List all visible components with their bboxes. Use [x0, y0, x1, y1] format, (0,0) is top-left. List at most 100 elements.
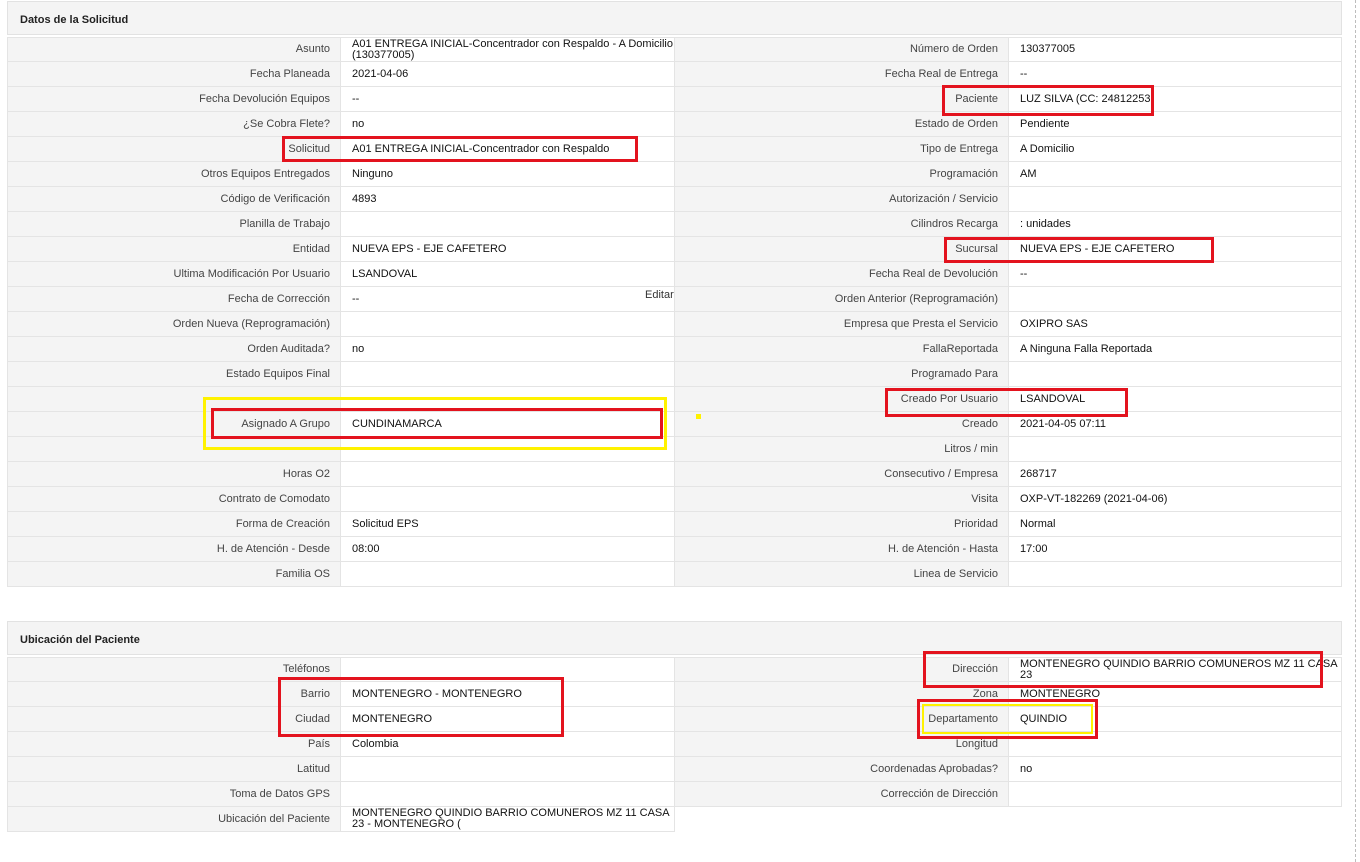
table-row: Otros Equipos Entregados Ninguno Programac…	[7, 162, 1342, 187]
field-label: Sucursal	[675, 237, 1009, 262]
field-label: Número de Orden	[675, 37, 1009, 62]
field-label	[7, 437, 341, 462]
field-value: CUNDINAMARCA	[341, 412, 675, 437]
field-label: Asignado A Grupo	[7, 412, 341, 437]
field-value: 130377005	[1009, 37, 1342, 62]
field-value: QUINDIO	[1009, 707, 1342, 732]
field-label: Fecha Real de Entrega	[675, 62, 1009, 87]
table-row: Ultima Modificación Por Usuario LSANDOVAL…	[7, 262, 1342, 287]
field-label: ¿Se Cobra Flete?	[7, 112, 341, 137]
field-value: 268717	[1009, 462, 1342, 487]
table-row: Toma de Datos GPS Corrección de Dirección	[7, 782, 1342, 807]
table-row: Teléfonos Dirección MONTENEGRO QUINDIO BAR…	[7, 657, 1342, 682]
field-label: Asunto	[7, 37, 341, 62]
section-title: Datos de la Solicitud	[20, 14, 129, 26]
field-label: Litros / min	[675, 437, 1009, 462]
field-value: A Domicilio	[1009, 137, 1342, 162]
field-value: LSANDOVAL	[341, 262, 675, 287]
field-value	[341, 212, 675, 237]
field-value: OXIPRO SAS	[1009, 312, 1342, 337]
field-label: Dirección	[675, 657, 1009, 682]
field-value	[1009, 362, 1342, 387]
field-label: Empresa que Presta el Servicio	[675, 312, 1009, 337]
field-label: Zona	[675, 682, 1009, 707]
field-value	[341, 782, 675, 807]
field-value: OXP-VT-182269 (2021-04-06)	[1009, 487, 1342, 512]
edit-link[interactable]: Editar	[645, 289, 674, 301]
field-value: no	[341, 112, 675, 137]
field-label: Coordenadas Aprobadas?	[675, 757, 1009, 782]
field-value: no	[1009, 757, 1342, 782]
table-row: Fecha Planeada 2021-04-06 Fecha Real de E…	[7, 62, 1342, 87]
field-label: Linea de Servicio	[675, 562, 1009, 587]
field-value: --	[341, 87, 675, 112]
table-row: Estado Equipos Final Programado Para	[7, 362, 1342, 387]
page-edge-divider	[1355, 0, 1356, 862]
field-label: País	[7, 732, 341, 757]
field-value: NUEVA EPS - EJE CAFETERO	[1009, 237, 1342, 262]
field-label: Ultima Modificación Por Usuario	[7, 262, 341, 287]
field-value: A01 ENTREGA INICIAL-Concentrador con Res…	[341, 37, 675, 62]
field-value	[1009, 562, 1342, 587]
field-value	[341, 757, 675, 782]
field-label: Fecha Devolución Equipos	[7, 87, 341, 112]
table-row: Ciudad MONTENEGRO Departamento QUINDIO	[7, 707, 1342, 732]
field-value: MONTENEGRO QUINDIO BARRIO COMUNEROS MZ 1…	[341, 807, 675, 832]
field-value: AM	[1009, 162, 1342, 187]
field-label: Orden Nueva (Reprogramación)	[7, 312, 341, 337]
field-label: Programación	[675, 162, 1009, 187]
table-row: Fecha Devolución Equipos -- Paciente LUZ SI…	[7, 87, 1342, 112]
field-value: no	[341, 337, 675, 362]
field-label: Prioridad	[675, 512, 1009, 537]
table-row: Forma de Creación Solicitud EPS Prioridad N…	[7, 512, 1342, 537]
field-value	[341, 387, 675, 412]
table-row: H. de Atención - Desde 08:00 H. de Atenció…	[7, 537, 1342, 562]
field-label: Toma de Datos GPS	[7, 782, 341, 807]
field-label: Visita	[675, 487, 1009, 512]
field-label: FallaReportada	[675, 337, 1009, 362]
field-value: MONTENEGRO	[1009, 682, 1342, 707]
field-label: Longitud	[675, 732, 1009, 757]
field-value: A Ninguna Falla Reportada	[1009, 337, 1342, 362]
field-label: Departamento	[675, 707, 1009, 732]
field-label: Fecha Real de Devolución	[675, 262, 1009, 287]
table-row: Asunto A01 ENTREGA INICIAL-Concentrador c…	[7, 37, 1342, 62]
field-value	[1009, 782, 1342, 807]
field-value	[1009, 187, 1342, 212]
field-value: 08:00	[341, 537, 675, 562]
table-row: Horas O2 Consecutivo / Empresa 268717	[7, 462, 1342, 487]
field-value: --	[1009, 62, 1342, 87]
field-label: Orden Auditada?	[7, 337, 341, 362]
field-value: Ninguno	[341, 162, 675, 187]
field-value	[341, 462, 675, 487]
field-value: A01 ENTREGA INICIAL-Concentrador con Res…	[341, 137, 675, 162]
field-label: Fecha de Corrección	[7, 287, 341, 312]
field-label: Planilla de Trabajo	[7, 212, 341, 237]
field-label: Contrato de Comodato	[7, 487, 341, 512]
field-label: Teléfonos	[7, 657, 341, 682]
field-value: 4893	[341, 187, 675, 212]
table-row: Ubicación del Paciente MONTENEGRO QUINDIO…	[7, 807, 1342, 832]
field-value	[341, 562, 675, 587]
field-label: Programado Para	[675, 362, 1009, 387]
field-label: Creado Por Usuario	[675, 387, 1009, 412]
field-value: : unidades	[1009, 212, 1342, 237]
field-value: 2021-04-05 07:11	[1009, 412, 1342, 437]
table-row: Familia OS Linea de Servicio	[7, 562, 1342, 587]
table-row: Asignado A Grupo CUNDINAMARCA Creado 2021-0…	[7, 412, 1342, 437]
field-value	[1009, 287, 1342, 312]
table-row: Litros / min	[7, 437, 1342, 462]
field-label: Código de Verificación	[7, 187, 341, 212]
field-label: Corrección de Dirección	[675, 782, 1009, 807]
field-value: MONTENEGRO - MONTENEGRO	[341, 682, 675, 707]
table-row: País Colombia Longitud	[7, 732, 1342, 757]
field-label: Autorización / Servicio	[675, 187, 1009, 212]
field-label: Estado Equipos Final	[7, 362, 341, 387]
field-label: H. de Atención - Desde	[7, 537, 341, 562]
field-label: Tipo de Entrega	[675, 137, 1009, 162]
table-row: Orden Nueva (Reprogramación) Empresa que …	[7, 312, 1342, 337]
field-label: Barrio	[7, 682, 341, 707]
field-label: Cilindros Recarga	[675, 212, 1009, 237]
field-label: Ciudad	[7, 707, 341, 732]
field-label: Estado de Orden	[675, 112, 1009, 137]
